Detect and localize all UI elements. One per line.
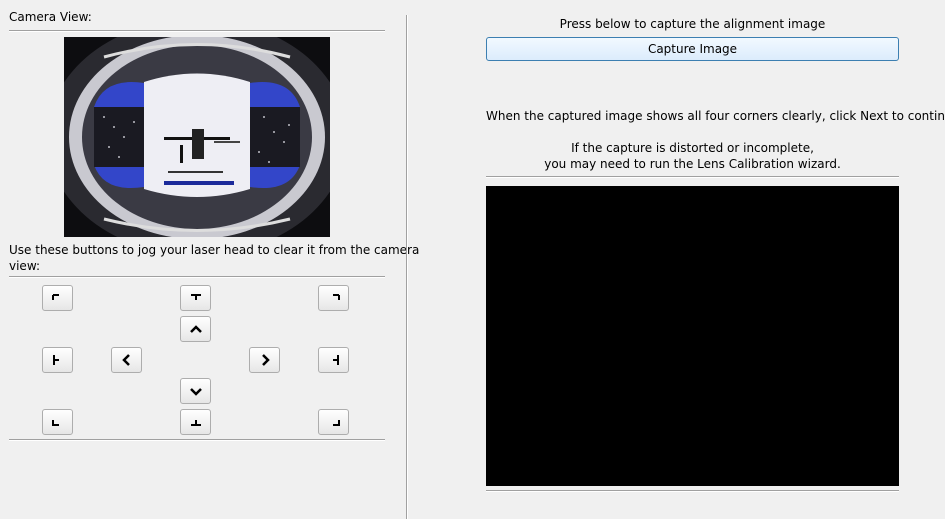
jog-bottom-left-button[interactable] [42, 409, 73, 435]
camera-view-title: Camera View: [9, 10, 92, 24]
distortion-note-line2: you may need to run the Lens Calibration… [544, 157, 841, 171]
jog-left-button[interactable] [111, 347, 142, 373]
jog-right-button[interactable] [249, 347, 280, 373]
edge-bottom-icon [190, 420, 201, 426]
capture-prompt: Press below to capture the alignment ima… [559, 17, 826, 31]
jog-top-right-button[interactable] [318, 285, 349, 311]
edge-left-icon [52, 355, 59, 365]
panel-separator [406, 15, 408, 519]
edge-right-icon [332, 355, 339, 365]
jog-instructions-line2: view: [9, 259, 41, 273]
distortion-note-line1: If the capture is distorted or incomplet… [571, 141, 814, 155]
jog-down-button[interactable] [180, 378, 211, 404]
jog-top-center-button[interactable] [180, 285, 211, 311]
divider [486, 490, 899, 492]
corner-top-right-icon [332, 294, 340, 300]
chevron-up-icon [189, 325, 202, 333]
jog-up-button[interactable] [180, 316, 211, 342]
jog-bottom-right-button[interactable] [318, 409, 349, 435]
jog-right-edge-button[interactable] [318, 347, 349, 373]
camera-view-image [64, 37, 330, 237]
corner-bottom-left-icon [51, 420, 59, 426]
fisheye-camera-image [64, 37, 330, 237]
chevron-left-icon [121, 354, 130, 366]
captured-image-preview [486, 186, 899, 486]
corner-top-left-icon [51, 294, 59, 300]
chevron-right-icon [261, 354, 270, 366]
divider [9, 30, 385, 32]
chevron-down-icon [189, 388, 202, 396]
edge-top-icon [190, 294, 201, 300]
capture-image-button[interactable]: Capture Image [486, 37, 899, 61]
divider [9, 439, 385, 441]
jog-instructions-line1: Use these buttons to jog your laser head… [9, 243, 420, 257]
corner-bottom-right-icon [332, 420, 340, 426]
divider [9, 276, 385, 278]
divider [486, 176, 899, 178]
jog-left-edge-button[interactable] [42, 347, 73, 373]
next-instruction: When the captured image shows all four c… [486, 109, 945, 123]
jog-bottom-center-button[interactable] [180, 409, 211, 435]
jog-top-left-button[interactable] [42, 285, 73, 311]
